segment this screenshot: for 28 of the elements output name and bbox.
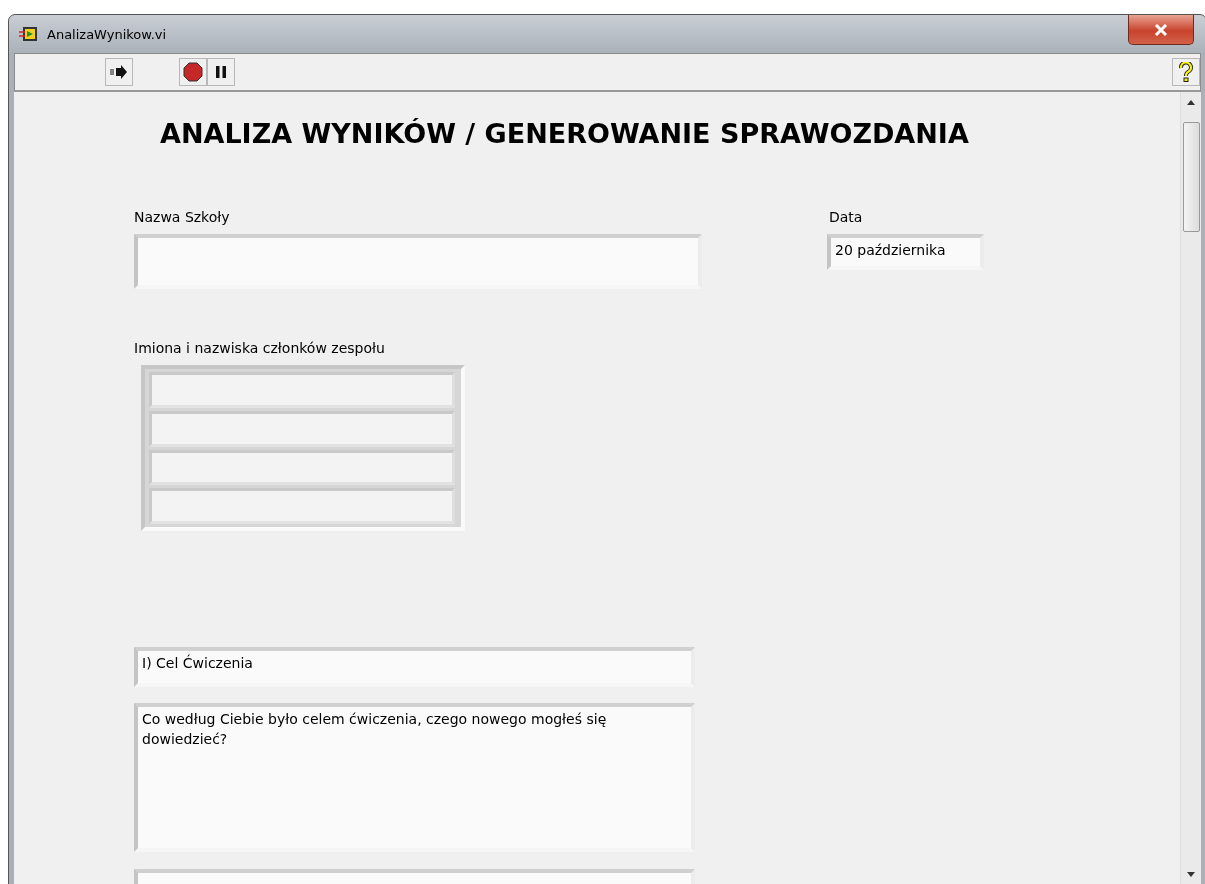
name-field[interactable] xyxy=(149,488,455,524)
name-field[interactable] xyxy=(149,372,455,408)
window-title: AnalizaWynikow.vi xyxy=(47,26,167,42)
up-arrow-icon xyxy=(1187,100,1195,105)
close-icon xyxy=(1154,23,1168,36)
question-icon xyxy=(1179,62,1193,82)
scroll-thumb[interactable] xyxy=(1183,122,1200,232)
name-field[interactable] xyxy=(149,449,455,486)
date-field[interactable]: 20 października xyxy=(827,234,984,270)
name-field[interactable] xyxy=(149,410,455,447)
down-arrow-icon xyxy=(1187,872,1195,877)
program-icon xyxy=(19,26,39,42)
field-label: Data xyxy=(829,209,863,225)
pause-icon xyxy=(216,66,226,78)
stop-icon xyxy=(183,62,203,82)
field-label: Imiona i nazwiska członków zespołu xyxy=(134,340,385,356)
abort-button[interactable] xyxy=(179,58,207,86)
school-name-field[interactable] xyxy=(134,234,702,289)
arrow-icon xyxy=(110,65,128,79)
help-button[interactable] xyxy=(1172,58,1200,86)
pause-button[interactable] xyxy=(207,58,235,86)
answer-box[interactable]: Co według Ciebie było celem ćwiczenia, czego nowego mogłeś się dowiedzieć? xyxy=(134,703,695,852)
field-label: Nazwa Szkoły xyxy=(134,209,230,225)
section-title-field: I) Cel Ćwiczenia xyxy=(134,647,695,687)
close-button[interactable] xyxy=(1128,15,1194,45)
scrollbar[interactable] xyxy=(1180,92,1201,884)
run-button[interactable] xyxy=(105,58,133,86)
page-heading: ANALIZA WYNIKÓW / GENEROWANIE SPRAWOZDANIA xyxy=(160,118,969,149)
